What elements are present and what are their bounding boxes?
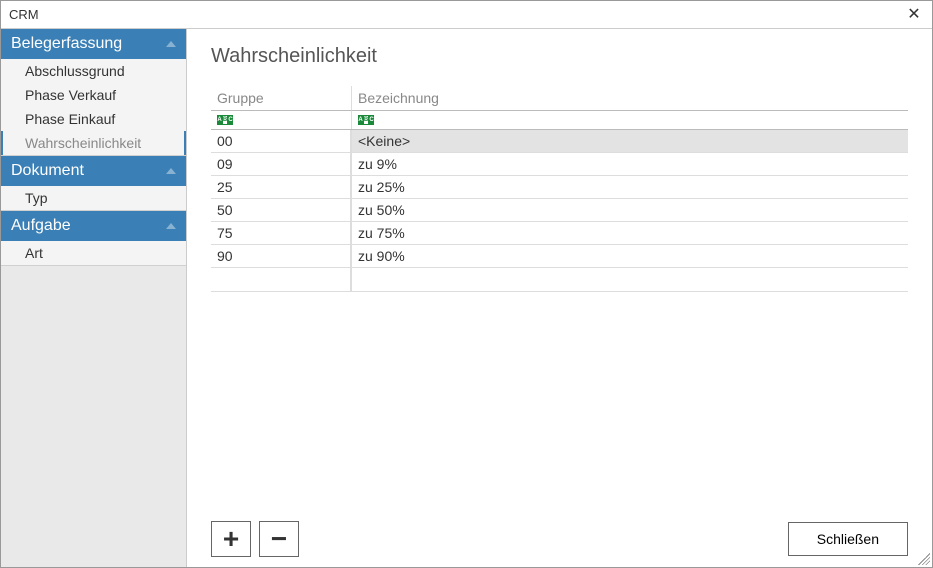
sidebar-item-phase-verkauf[interactable]: Phase Verkauf (1, 83, 186, 107)
add-button[interactable]: + (211, 521, 251, 557)
body: Belegerfassung Abschlussgrund Phase Verk… (1, 29, 932, 567)
cell-gruppe: 90 (211, 245, 351, 267)
table-row[interactable]: 25 zu 25% (211, 176, 908, 199)
filter-cell-gruppe[interactable]: ABC (211, 111, 351, 129)
sidebar-section-label: Belegerfassung (11, 35, 122, 53)
close-button[interactable]: Schließen (788, 522, 908, 556)
cell-bezeichnung: zu 50% (351, 199, 908, 221)
window-title: CRM (9, 7, 39, 22)
filter-cell-bezeichnung[interactable]: ABC (351, 111, 908, 129)
cell-bezeichnung: zu 75% (351, 222, 908, 244)
page-title: Wahrscheinlichkeit (211, 45, 908, 68)
cell-gruppe: 00 (211, 130, 351, 152)
footer: + − Schließen (211, 517, 908, 557)
table-row[interactable]: 09 zu 9% (211, 153, 908, 176)
table-row[interactable]: 50 zu 50% (211, 199, 908, 222)
empty-row[interactable] (211, 268, 908, 292)
cell-bezeichnung: zu 90% (351, 245, 908, 267)
window: CRM ✕ Belegerfassung Abschlussgrund Phas… (0, 0, 933, 568)
table-row[interactable]: 00 <Keine> (211, 130, 908, 153)
sidebar-items-dokument: Typ (1, 186, 186, 211)
resize-grip[interactable] (918, 553, 930, 565)
sidebar-item-abschlussgrund[interactable]: Abschlussgrund (1, 59, 186, 83)
sidebar-item-phase-einkauf[interactable]: Phase Einkauf (1, 107, 186, 131)
sidebar-items-belegerfassung: Abschlussgrund Phase Verkauf Phase Einka… (1, 59, 186, 156)
cell-bezeichnung: <Keine> (351, 130, 908, 152)
sidebar-section-aufgabe[interactable]: Aufgabe (1, 211, 186, 241)
cell-gruppe: 75 (211, 222, 351, 244)
sidebar-section-label: Aufgabe (11, 217, 71, 235)
chevron-up-icon (166, 168, 176, 174)
column-header-bezeichnung[interactable]: Bezeichnung (351, 86, 908, 111)
cell-gruppe: 09 (211, 153, 351, 175)
table-row[interactable]: 90 zu 90% (211, 245, 908, 268)
close-icon[interactable]: ✕ (904, 5, 924, 25)
table-row[interactable]: 75 zu 75% (211, 222, 908, 245)
chevron-up-icon (166, 223, 176, 229)
cell-bezeichnung: zu 9% (351, 153, 908, 175)
sidebar-items-aufgabe: Art (1, 241, 186, 266)
sidebar-section-dokument[interactable]: Dokument (1, 156, 186, 186)
cell-gruppe: 25 (211, 176, 351, 198)
column-header-gruppe[interactable]: Gruppe (211, 86, 351, 111)
text-filter-icon: ABC (217, 115, 233, 125)
main-content: Wahrscheinlichkeit Gruppe Bezeichnung AB… (187, 29, 932, 567)
sidebar-item-typ[interactable]: Typ (1, 186, 186, 210)
data-rows: 00 <Keine> 09 zu 9% 25 zu 25% 50 zu 50% (211, 130, 908, 292)
sidebar-section-belegerfassung[interactable]: Belegerfassung (1, 29, 186, 59)
sidebar-item-art[interactable]: Art (1, 241, 186, 265)
chevron-up-icon (166, 41, 176, 47)
footer-left: + − (211, 521, 299, 557)
text-filter-icon: ABC (358, 115, 374, 125)
spacer (211, 292, 908, 517)
sidebar-item-wahrscheinlichkeit[interactable]: Wahrscheinlichkeit (1, 131, 186, 155)
titlebar: CRM ✕ (1, 1, 932, 29)
sidebar-section-label: Dokument (11, 162, 84, 180)
data-grid: Gruppe Bezeichnung ABC ABC (211, 86, 908, 292)
filter-row: ABC ABC (211, 111, 908, 130)
grid-header: Gruppe Bezeichnung (211, 86, 908, 111)
cell-gruppe: 50 (211, 199, 351, 221)
cell-bezeichnung: zu 25% (351, 176, 908, 198)
remove-button[interactable]: − (259, 521, 299, 557)
sidebar: Belegerfassung Abschlussgrund Phase Verk… (1, 29, 187, 567)
